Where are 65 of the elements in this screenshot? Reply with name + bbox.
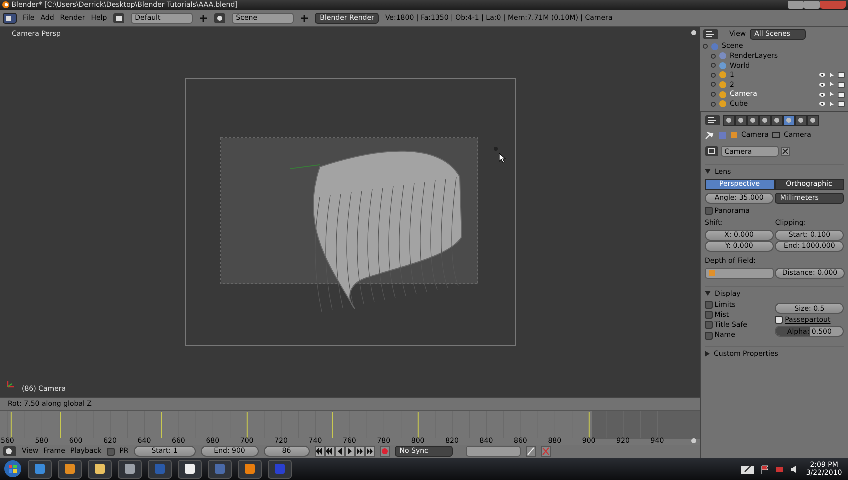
camera-data-icon[interactable] — [782, 115, 795, 126]
start-button-icon[interactable] — [4, 460, 22, 478]
add-icon[interactable] — [199, 14, 208, 22]
disclosure-triangle-icon[interactable] — [705, 291, 711, 296]
checkbox[interactable] — [705, 301, 713, 310]
world-icon[interactable] — [746, 115, 759, 126]
clock-icon[interactable] — [3, 446, 17, 457]
editor-type-icon[interactable] — [705, 115, 721, 126]
network-icon[interactable] — [774, 464, 784, 474]
key-icon[interactable] — [526, 446, 536, 457]
taskbar-button[interactable] — [88, 460, 112, 478]
maximize-button[interactable] — [804, 1, 820, 9]
axis-icon — [6, 379, 16, 389]
window-app-icon — [274, 463, 286, 475]
browser-icon — [34, 463, 46, 475]
constraint-icon[interactable] — [770, 115, 783, 126]
taskbar-button[interactable] — [238, 460, 262, 478]
camera-data-icon — [772, 131, 780, 140]
close-icon[interactable] — [780, 147, 790, 156]
object-icon — [730, 131, 738, 140]
mouse-cursor-icon — [499, 153, 506, 163]
preview-range-checkbox[interactable] — [106, 448, 115, 456]
eye-icon[interactable] — [819, 92, 826, 98]
dof-object-field[interactable] — [705, 268, 774, 280]
minimize-button[interactable] — [788, 1, 804, 9]
keying-set-field[interactable] — [466, 446, 521, 457]
layers-icon — [719, 52, 727, 60]
previous-keyframe-icon[interactable] — [324, 446, 335, 457]
texture-icon[interactable] — [794, 115, 807, 126]
taskbar-button[interactable] — [58, 460, 82, 478]
render-icon[interactable] — [722, 115, 735, 126]
media-player-icon — [64, 463, 76, 475]
taskbar-button[interactable] — [118, 460, 142, 478]
editor-type-icon[interactable] — [3, 12, 17, 24]
scene-icon[interactable] — [734, 115, 747, 126]
folder-icon — [94, 463, 106, 475]
camera-data-icon[interactable] — [705, 146, 719, 158]
object-icon[interactable] — [758, 115, 771, 126]
editor-type-icon[interactable] — [703, 29, 719, 40]
taskbar-button[interactable] — [178, 460, 202, 478]
close-button[interactable] — [820, 1, 846, 9]
speaker-icon[interactable] — [790, 464, 799, 474]
play-reverse-icon[interactable] — [334, 446, 345, 457]
eye-icon[interactable] — [819, 82, 826, 88]
eye-icon[interactable] — [819, 72, 826, 78]
eye-icon[interactable] — [819, 101, 826, 108]
checkbox[interactable] — [705, 207, 713, 216]
disclosure-triangle-icon[interactable] — [705, 351, 710, 358]
world-icon — [719, 62, 727, 70]
checkbox[interactable] — [775, 316, 784, 324]
screen-layout-icon[interactable] — [113, 12, 126, 24]
scene-icon — [711, 42, 719, 51]
checkbox[interactable] — [705, 321, 713, 330]
flag-icon[interactable] — [760, 464, 769, 474]
notepad-icon[interactable] — [740, 464, 755, 474]
checkbox[interactable] — [705, 332, 713, 340]
checkbox[interactable] — [705, 311, 713, 320]
scene-icon[interactable] — [214, 12, 226, 24]
corner-handle-icon[interactable] — [691, 30, 697, 36]
disclosure-triangle-icon[interactable] — [705, 169, 711, 174]
object-data-icon — [718, 130, 726, 140]
scroll-handle-icon[interactable] — [691, 438, 697, 444]
add-icon[interactable] — [300, 14, 310, 22]
object-icon — [709, 270, 716, 278]
physics-icon[interactable] — [806, 115, 819, 126]
